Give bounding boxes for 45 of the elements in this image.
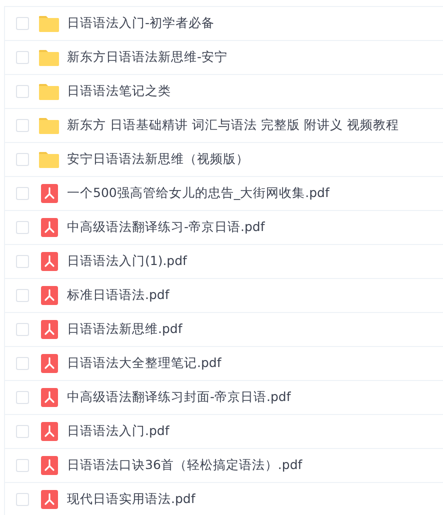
checkbox[interactable] — [16, 221, 29, 234]
pdf-icon — [40, 456, 58, 475]
pdf-icon — [40, 320, 58, 339]
file-name[interactable]: 中高级语法翻译练习-帝京日语.pdf — [67, 219, 265, 236]
checkbox[interactable] — [16, 459, 29, 472]
checkbox[interactable] — [16, 323, 29, 336]
checkbox[interactable] — [16, 493, 29, 506]
pdf-icon — [40, 218, 58, 237]
file-name[interactable]: 安宁日语语法新思维（视频版） — [67, 151, 249, 168]
pdf-icon — [40, 422, 58, 441]
file-name[interactable]: 日语语法口诀36首（轻松搞定语法）.pdf — [67, 457, 302, 474]
pdf-icon — [40, 184, 58, 203]
file-name[interactable]: 新东方 日语基础精讲 词汇与语法 完整版 附讲义 视频教程 — [67, 117, 399, 134]
file-name[interactable]: 新东方日语语法新思维-安宁 — [67, 49, 228, 66]
checkbox[interactable] — [16, 17, 29, 30]
folder-icon — [39, 117, 59, 134]
folder-icon — [39, 15, 59, 32]
file-name[interactable]: 日语语法新思维.pdf — [67, 321, 182, 338]
checkbox[interactable] — [16, 119, 29, 132]
file-name[interactable]: 日语语法入门.pdf — [67, 423, 170, 440]
folder-icon — [39, 151, 59, 168]
file-name[interactable]: 中高级语法翻译练习封面-帝京日语.pdf — [67, 389, 291, 406]
pdf-icon — [40, 252, 58, 271]
checkbox[interactable] — [16, 85, 29, 98]
pdf-icon — [40, 490, 58, 509]
checkbox[interactable] — [16, 153, 29, 166]
checkbox[interactable] — [16, 255, 29, 268]
folder-icon — [39, 83, 59, 100]
checkbox[interactable] — [16, 425, 29, 438]
file-name[interactable]: 标准日语语法.pdf — [67, 287, 170, 304]
checkbox[interactable] — [16, 357, 29, 370]
checkbox[interactable] — [16, 51, 29, 64]
pdf-icon — [40, 286, 58, 305]
file-name[interactable]: 日语语法入门(1).pdf — [67, 253, 187, 270]
file-name[interactable]: 现代日语实用语法.pdf — [67, 491, 196, 508]
pdf-icon — [40, 354, 58, 373]
folder-icon — [39, 49, 59, 66]
file-name[interactable]: 日语语法入门-初学者必备 — [67, 15, 215, 32]
checkbox[interactable] — [16, 289, 29, 302]
checkbox[interactable] — [16, 391, 29, 404]
pdf-icon — [40, 388, 58, 407]
file-name[interactable]: 日语语法大全整理笔记.pdf — [67, 355, 222, 372]
file-name[interactable]: 一个500强高管给女儿的忠告_大街网收集.pdf — [67, 185, 330, 202]
checkbox[interactable] — [16, 187, 29, 200]
file-name[interactable]: 日语语法笔记之类 — [67, 83, 171, 100]
